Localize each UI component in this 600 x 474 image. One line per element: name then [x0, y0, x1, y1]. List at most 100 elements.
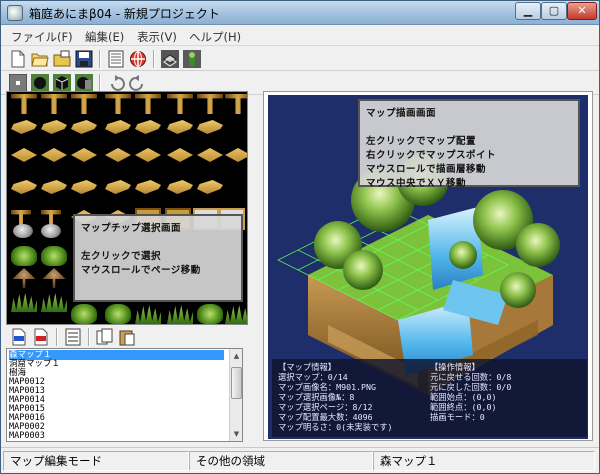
cube-tool-icon[interactable] [53, 74, 71, 92]
chip-tile[interactable] [71, 148, 97, 162]
menu-edit[interactable]: 編集(E) [85, 29, 124, 45]
character-icon[interactable] [183, 50, 201, 68]
toolbar-separator [56, 328, 58, 346]
map-help-line: マップ描画画面 [366, 108, 437, 119]
chip-tile[interactable] [11, 148, 37, 162]
chip-tile[interactable] [41, 148, 67, 162]
main-toolbar [1, 47, 599, 71]
map-list-toolbar [6, 327, 248, 347]
chip-tile[interactable] [225, 305, 247, 324]
chip-tile[interactable] [71, 120, 97, 134]
chip-tile[interactable] [105, 148, 131, 162]
new-file-icon[interactable] [9, 50, 27, 68]
map-list-scrollbar[interactable]: ▲ ▼ [229, 349, 242, 441]
chip-tile[interactable] [197, 304, 223, 324]
scroll-down-arrow-icon[interactable]: ▼ [231, 428, 242, 440]
chip-tile[interactable] [71, 304, 97, 324]
app-window: 箱庭あにまβ04 - 新規プロジェクト ▁ ▢ ✕ ファイル(F) 編集(E) … [0, 0, 600, 474]
delete-map-icon[interactable] [32, 328, 50, 346]
undo-icon[interactable] [107, 74, 125, 92]
scroll-up-arrow-icon[interactable]: ▲ [231, 350, 242, 362]
map-help-line: 左クリックでマップ配置 [366, 136, 477, 147]
chip-tile[interactable] [105, 94, 131, 114]
toolbar-separator [99, 50, 101, 68]
map-chip-palette[interactable]: マップチップ選択画面 左クリックで選択 マウスロールでページ移動 [6, 91, 248, 325]
toolbar-separator [153, 50, 155, 68]
chip-tile[interactable] [41, 94, 67, 114]
chip-tile[interactable] [135, 148, 161, 162]
toolbar-separator [99, 74, 101, 92]
chip-tile[interactable] [11, 120, 37, 134]
map-list[interactable]: 森マップ１ 洞窟マップ１ 樹海 MAP0012 MAP0013 MAP0014 … [6, 348, 243, 442]
menu-file[interactable]: ファイル(F) [11, 29, 73, 45]
maximize-button[interactable]: ▢ [541, 2, 567, 20]
menu-view[interactable]: 表示(V) [137, 29, 177, 45]
chip-tile[interactable] [41, 180, 67, 194]
window-title: 箱庭あにまβ04 - 新規プロジェクト [29, 7, 220, 21]
map-help-line: マウス中央でＸＹ移動 [366, 178, 467, 189]
new-map-icon[interactable] [10, 328, 28, 346]
status-map-name: 森マップ１ [373, 451, 595, 471]
save-icon[interactable] [75, 50, 93, 68]
map-settings-icon[interactable] [107, 50, 125, 68]
chip-tile[interactable] [135, 305, 161, 324]
chip-tile[interactable] [105, 304, 131, 324]
open-project-icon[interactable] [53, 50, 71, 68]
chip-tile[interactable] [197, 148, 223, 162]
scroll-thumb[interactable] [231, 367, 242, 399]
chip-help-line: マップチップ選択画面 [81, 223, 182, 234]
chip-tile[interactable] [11, 94, 37, 114]
close-button[interactable]: ✕ [567, 2, 597, 20]
map-help-overlay: マップ描画画面 左クリックでマップ配置 右クリックでマップスポイト マウスロール… [358, 99, 580, 189]
chip-tile[interactable] [41, 246, 67, 266]
chip-tile[interactable] [135, 120, 161, 134]
chip-tile[interactable] [197, 120, 223, 134]
open-folder-icon[interactable] [31, 50, 49, 68]
chip-tile[interactable] [197, 180, 223, 194]
chip-help-overlay: マップチップ選択画面 左クリックで選択 マウスロールでページ移動 [73, 214, 243, 302]
layer-grid-icon[interactable] [161, 50, 179, 68]
chip-help-line: 左クリックで選択 [81, 251, 162, 262]
status-area: その他の領域 [189, 451, 373, 471]
chip-tile[interactable] [167, 94, 193, 114]
chip-tile[interactable] [167, 305, 193, 324]
map-status-overlay: 【マップ情報】 選択マップ：0/14 マップ画像名：M901.PNG マップ選択… [272, 359, 587, 437]
minimize-button[interactable]: ▁ [515, 2, 541, 20]
circle-tool-icon[interactable] [31, 74, 49, 92]
chip-tile[interactable] [13, 224, 33, 238]
map-canvas-frame: マップ描画画面 左クリックでマップ配置 右クリックでマップスポイト マウスロール… [263, 91, 593, 441]
globe-icon[interactable] [129, 50, 147, 68]
chip-help-line: マウスロールでページ移動 [81, 265, 201, 276]
chip-tile[interactable] [105, 120, 131, 134]
menu-help[interactable]: ヘルプ(H) [189, 29, 241, 45]
status-bar: マップ編集モード その他の領域 森マップ１ [1, 447, 599, 473]
redo-icon[interactable] [129, 74, 147, 92]
map-properties-icon[interactable] [64, 328, 82, 346]
paste-map-icon[interactable] [118, 328, 136, 346]
chip-tile[interactable] [71, 180, 97, 194]
copy-map-icon[interactable] [96, 328, 114, 346]
map-info-line: マップ明るさ：0(未実装です) [278, 422, 393, 432]
chip-tile[interactable] [225, 94, 247, 114]
chip-tile[interactable] [11, 246, 37, 266]
chip-tile[interactable] [41, 224, 61, 238]
map-canvas[interactable]: マップ描画画面 左クリックでマップ配置 右クリックでマップスポイト マウスロール… [268, 95, 588, 439]
chip-tile[interactable] [105, 180, 131, 194]
chip-tile[interactable] [42, 268, 66, 288]
chip-tile[interactable] [197, 94, 223, 114]
chip-tile[interactable] [167, 120, 193, 134]
chip-tile[interactable] [135, 94, 161, 114]
point-tool-icon[interactable] [9, 74, 27, 92]
list-item[interactable]: MAP0003 [9, 431, 224, 441]
chip-tile[interactable] [12, 268, 36, 288]
chip-tile[interactable] [225, 148, 247, 162]
chip-tile[interactable] [167, 180, 193, 194]
chip-tile[interactable] [71, 94, 97, 114]
chip-tile[interactable] [167, 148, 193, 162]
chip-tile[interactable] [41, 120, 67, 134]
title-bar[interactable]: 箱庭あにまβ04 - 新規プロジェクト ▁ ▢ ✕ [1, 1, 599, 25]
fill-tool-icon[interactable] [75, 74, 93, 92]
chip-tile[interactable] [11, 293, 37, 312]
chip-tile[interactable] [135, 180, 161, 194]
chip-tile[interactable] [41, 293, 67, 312]
